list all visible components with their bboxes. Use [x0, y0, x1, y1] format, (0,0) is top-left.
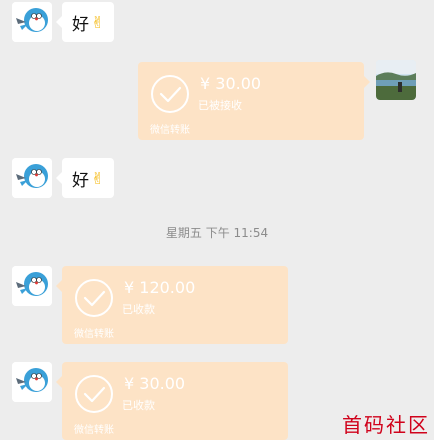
landscape-photo-icon	[376, 60, 416, 100]
ok-hand-icon: ✌	[91, 168, 105, 188]
message-bubble[interactable]: 好 ✌	[55, 158, 115, 198]
doraemon-avatar-icon	[12, 266, 52, 306]
transfer-amount: ¥ 30.00	[200, 74, 262, 93]
transfer-card-received[interactable]: ¥ 120.00 已收款 微信转账	[56, 266, 288, 344]
check-circle-icon	[151, 75, 189, 113]
transfer-footer: 微信转账	[150, 125, 190, 136]
transfer-status: 已被接收	[198, 99, 242, 112]
my-avatar[interactable]	[376, 60, 416, 100]
message-bubble[interactable]: 好 ✌	[55, 2, 115, 42]
chat-timestamp: 星期五 下午 11:54	[165, 226, 269, 240]
check-circle-icon	[75, 375, 113, 413]
transfer-amount: ¥ 30.00	[124, 374, 186, 393]
transfer-card-received[interactable]: ¥ 30.00 已收款 微信转账	[56, 362, 288, 440]
message-text: 好	[72, 170, 89, 191]
doraemon-avatar-icon	[12, 2, 52, 42]
transfer-amount: ¥ 120.00	[124, 278, 196, 297]
transfer-status: 已收款	[122, 303, 155, 316]
transfer-card-sent[interactable]: ¥ 30.00 已被接收 微信转账	[138, 62, 370, 140]
message-text: 好	[72, 14, 89, 35]
doraemon-avatar-icon	[12, 158, 52, 198]
transfer-footer: 微信转账	[74, 425, 114, 436]
contact-avatar[interactable]	[12, 266, 52, 306]
contact-avatar[interactable]	[12, 362, 52, 402]
doraemon-avatar-icon	[12, 362, 52, 402]
contact-avatar[interactable]	[12, 158, 52, 198]
check-circle-icon	[75, 279, 113, 317]
contact-avatar[interactable]	[12, 2, 52, 42]
transfer-status: 已收款	[122, 399, 155, 412]
watermark: 首码社区	[342, 413, 430, 437]
transfer-footer: 微信转账	[74, 329, 114, 340]
ok-hand-icon: ✌	[91, 12, 105, 32]
